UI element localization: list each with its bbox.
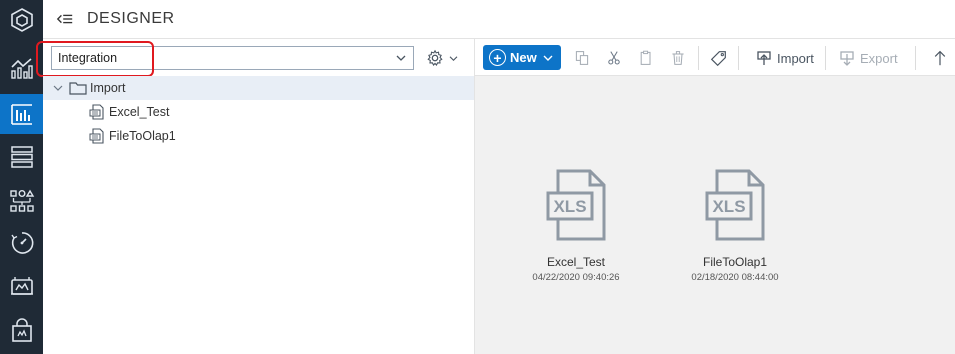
xls-badge: XLS (553, 197, 586, 216)
plus-icon: + (489, 49, 506, 66)
collapse-menu-icon[interactable] (55, 9, 75, 29)
file-card-filetoolap1[interactable]: XLS FileToOlap1 02/18/2020 08:44:00 (661, 119, 801, 283)
monitor-icon (10, 277, 33, 295)
tag-button[interactable] (707, 47, 729, 69)
chevron-down-icon (396, 55, 406, 61)
delete-button[interactable] (667, 47, 689, 69)
copy-button[interactable] (571, 47, 593, 69)
copy-icon (575, 51, 589, 65)
xls-badge: XLS (712, 197, 745, 216)
tree-item-filetoolap1[interactable]: FileToOlap1 (43, 124, 474, 148)
server-list-icon (10, 146, 33, 168)
project-tree: Import Excel_Test FileToOlap1 (43, 76, 474, 148)
new-button-label: New (510, 50, 537, 65)
project-select[interactable]: Integration (51, 46, 414, 70)
chevron-down-icon (543, 55, 553, 61)
toolbar-divider (825, 46, 826, 70)
tag-icon (710, 50, 726, 66)
spreadsheet-file-icon (89, 104, 104, 120)
xls-file-icon: XLS (546, 169, 606, 241)
project-select-row: Integration (36, 39, 475, 77)
chevron-down-icon[interactable] (53, 84, 63, 92)
content-pane: + New Import Export XLS Excel_Test 04/22… (475, 39, 955, 354)
rail-monitor[interactable] (0, 267, 43, 307)
rail-servers[interactable] (0, 137, 43, 177)
gear-icon (427, 49, 443, 66)
project-select-value: Integration (58, 51, 118, 65)
rail-designer[interactable] (0, 94, 43, 134)
file-date: 04/22/2020 09:40:26 (532, 272, 620, 283)
scissors-icon (608, 51, 620, 65)
store-icon (11, 318, 32, 342)
folder-icon (69, 82, 87, 95)
page-title: DESIGNER (87, 10, 175, 27)
upload-button[interactable] (929, 47, 951, 69)
xls-file-icon: XLS (705, 169, 765, 241)
nav-rail (0, 0, 43, 354)
toolbar-divider (698, 46, 699, 70)
scheduler-icon (10, 232, 33, 254)
file-grid: XLS Excel_Test 04/22/2020 09:40:26 XLS F… (475, 76, 955, 354)
settings-dropdown-button[interactable] (426, 47, 462, 69)
hexagon-logo-icon (10, 8, 33, 32)
export-icon (840, 51, 854, 66)
export-label: Export (860, 50, 898, 66)
tree-item-label: Import (90, 81, 126, 95)
toolbar-divider (915, 46, 916, 70)
file-name: FileToOlap1 (702, 255, 768, 269)
header-bar: DESIGNER (43, 0, 955, 39)
tree-item-label: FileToOlap1 (109, 129, 176, 143)
export-button[interactable]: Export (839, 47, 898, 69)
import-label: Import (777, 50, 814, 66)
arrow-up-icon (934, 50, 946, 66)
rail-scheduler[interactable] (0, 223, 43, 263)
file-date: 02/18/2020 08:44:00 (691, 272, 779, 283)
toolbar: + New Import Export (475, 39, 955, 76)
new-button[interactable]: + New (483, 45, 561, 70)
flow-diagram-icon (9, 189, 34, 212)
explorer-pane: Integration Import Excel_Test FileToOlap… (36, 39, 475, 354)
file-name: Excel_Test (546, 255, 606, 269)
cut-button[interactable] (603, 47, 625, 69)
tree-item-excel-test[interactable]: Excel_Test (43, 100, 474, 124)
spreadsheet-file-icon (89, 128, 104, 144)
analytics-icon (10, 58, 33, 79)
tree-item-import-folder[interactable]: Import (43, 76, 474, 100)
clipboard-icon (640, 50, 651, 65)
file-card-excel-test[interactable]: XLS Excel_Test 04/22/2020 09:40:26 (502, 119, 642, 283)
designer-icon (10, 104, 32, 125)
rail-home[interactable] (0, 0, 43, 40)
trash-icon (672, 51, 684, 65)
rail-store[interactable] (0, 311, 43, 351)
chevron-down-icon (449, 55, 458, 61)
designer-app: DESIGNER Integration Import Excel_Test F… (0, 0, 955, 354)
tree-item-label: Excel_Test (109, 105, 170, 119)
import-button[interactable]: Import (756, 47, 814, 69)
import-icon (757, 51, 771, 65)
rail-analytics[interactable] (0, 48, 43, 88)
rail-flow[interactable] (0, 181, 43, 221)
toolbar-divider (738, 46, 739, 70)
paste-button[interactable] (635, 47, 657, 69)
